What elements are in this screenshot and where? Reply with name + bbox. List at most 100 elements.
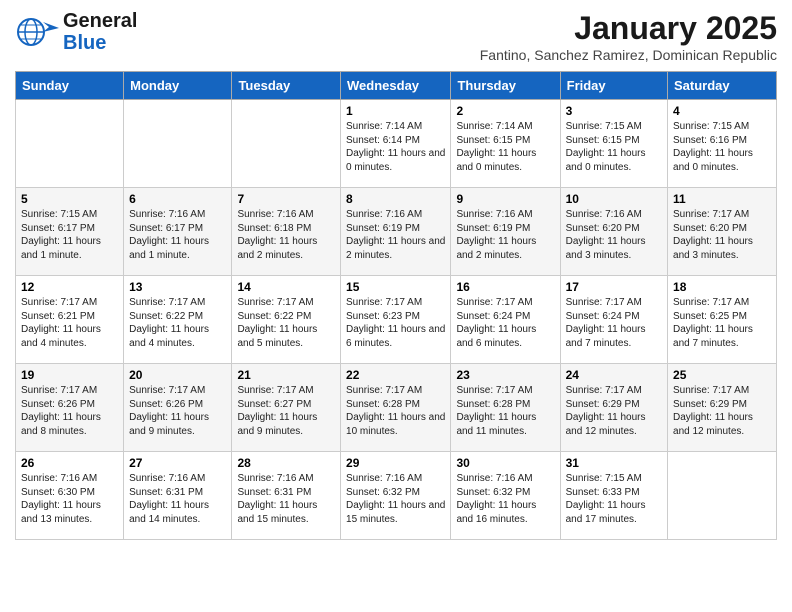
calendar-cell: 8 Sunrise: 7:16 AM Sunset: 6:19 PM Daylig… <box>341 188 451 276</box>
day-number: 6 <box>129 192 226 206</box>
day-info: Sunrise: 7:16 AM Sunset: 6:30 PM Dayligh… <box>21 472 118 526</box>
calendar-week-row: 1 Sunrise: 7:14 AM Sunset: 6:14 PM Daylig… <box>16 100 777 188</box>
calendar-table: SundayMondayTuesdayWednesdayThursdayFrid… <box>15 71 777 540</box>
day-info: Sunrise: 7:15 AM Sunset: 6:16 PM Dayligh… <box>673 120 771 174</box>
calendar-week-row: 19 Sunrise: 7:17 AM Sunset: 6:26 PM Dayli… <box>16 364 777 452</box>
day-info: Sunrise: 7:17 AM Sunset: 6:21 PM Dayligh… <box>21 296 118 350</box>
day-info: Sunrise: 7:17 AM Sunset: 6:28 PM Dayligh… <box>456 384 554 438</box>
calendar-cell <box>16 100 124 188</box>
day-info: Sunrise: 7:16 AM Sunset: 6:17 PM Dayligh… <box>129 208 226 262</box>
calendar-cell: 7 Sunrise: 7:16 AM Sunset: 6:18 PM Daylig… <box>232 188 341 276</box>
day-info: Sunrise: 7:17 AM Sunset: 6:24 PM Dayligh… <box>566 296 662 350</box>
calendar-week-row: 26 Sunrise: 7:16 AM Sunset: 6:30 PM Dayli… <box>16 452 777 540</box>
day-number: 28 <box>237 456 335 470</box>
day-number: 15 <box>346 280 445 294</box>
day-number: 26 <box>21 456 118 470</box>
day-number: 23 <box>456 368 554 382</box>
day-info: Sunrise: 7:15 AM Sunset: 6:17 PM Dayligh… <box>21 208 118 262</box>
day-number: 24 <box>566 368 662 382</box>
day-number: 29 <box>346 456 445 470</box>
month-title: January 2025 <box>480 10 777 47</box>
calendar-cell: 21 Sunrise: 7:17 AM Sunset: 6:27 PM Dayli… <box>232 364 341 452</box>
day-info: Sunrise: 7:16 AM Sunset: 6:32 PM Dayligh… <box>346 472 445 526</box>
calendar-cell: 22 Sunrise: 7:17 AM Sunset: 6:28 PM Dayli… <box>341 364 451 452</box>
day-info: Sunrise: 7:16 AM Sunset: 6:32 PM Dayligh… <box>456 472 554 526</box>
calendar-cell: 9 Sunrise: 7:16 AM Sunset: 6:19 PM Daylig… <box>451 188 560 276</box>
day-number: 22 <box>346 368 445 382</box>
calendar-cell: 4 Sunrise: 7:15 AM Sunset: 6:16 PM Daylig… <box>668 100 777 188</box>
day-info: Sunrise: 7:17 AM Sunset: 6:22 PM Dayligh… <box>129 296 226 350</box>
calendar-cell: 18Sunrise: 7:17 AM Sunset: 6:25 PM Dayli… <box>668 276 777 364</box>
day-number: 9 <box>456 192 554 206</box>
day-info: Sunrise: 7:17 AM Sunset: 6:25 PM Dayligh… <box>673 296 771 350</box>
day-of-week-header: Thursday <box>451 72 560 100</box>
day-info: Sunrise: 7:17 AM Sunset: 6:27 PM Dayligh… <box>237 384 335 438</box>
day-number: 31 <box>566 456 662 470</box>
day-info: Sunrise: 7:16 AM Sunset: 6:18 PM Dayligh… <box>237 208 335 262</box>
calendar-cell: 14Sunrise: 7:17 AM Sunset: 6:22 PM Dayli… <box>232 276 341 364</box>
day-number: 30 <box>456 456 554 470</box>
calendar-cell: 23 Sunrise: 7:17 AM Sunset: 6:28 PM Dayli… <box>451 364 560 452</box>
logo-line1: General <box>63 10 137 32</box>
day-number: 5 <box>21 192 118 206</box>
calendar-cell <box>668 452 777 540</box>
day-info: Sunrise: 7:16 AM Sunset: 6:31 PM Dayligh… <box>237 472 335 526</box>
day-number: 10 <box>566 192 662 206</box>
day-number: 2 <box>456 104 554 118</box>
day-info: Sunrise: 7:17 AM Sunset: 6:29 PM Dayligh… <box>673 384 771 438</box>
logo: General Blue <box>15 10 137 54</box>
day-info: Sunrise: 7:15 AM Sunset: 6:33 PM Dayligh… <box>566 472 662 526</box>
day-info: Sunrise: 7:17 AM Sunset: 6:20 PM Dayligh… <box>673 208 771 262</box>
day-info: Sunrise: 7:17 AM Sunset: 6:29 PM Dayligh… <box>566 384 662 438</box>
day-info: Sunrise: 7:14 AM Sunset: 6:14 PM Dayligh… <box>346 120 445 174</box>
calendar-week-row: 12 Sunrise: 7:17 AM Sunset: 6:21 PM Dayli… <box>16 276 777 364</box>
calendar-cell: 12 Sunrise: 7:17 AM Sunset: 6:21 PM Dayli… <box>16 276 124 364</box>
calendar-cell: 2Sunrise: 7:14 AM Sunset: 6:15 PM Daylig… <box>451 100 560 188</box>
calendar-cell: 3Sunrise: 7:15 AM Sunset: 6:15 PM Daylig… <box>560 100 667 188</box>
day-number: 4 <box>673 104 771 118</box>
day-info: Sunrise: 7:16 AM Sunset: 6:19 PM Dayligh… <box>346 208 445 262</box>
subtitle: Fantino, Sanchez Ramirez, Dominican Repu… <box>480 47 777 63</box>
calendar-cell: 10 Sunrise: 7:16 AM Sunset: 6:20 PM Dayli… <box>560 188 667 276</box>
calendar-cell: 20 Sunrise: 7:17 AM Sunset: 6:26 PM Dayli… <box>124 364 232 452</box>
day-number: 17 <box>566 280 662 294</box>
day-number: 7 <box>237 192 335 206</box>
calendar-cell: 1 Sunrise: 7:14 AM Sunset: 6:14 PM Daylig… <box>341 100 451 188</box>
calendar-cell: 30 Sunrise: 7:16 AM Sunset: 6:32 PM Dayli… <box>451 452 560 540</box>
day-of-week-header: Tuesday <box>232 72 341 100</box>
day-info: Sunrise: 7:16 AM Sunset: 6:20 PM Dayligh… <box>566 208 662 262</box>
day-info: Sunrise: 7:16 AM Sunset: 6:19 PM Dayligh… <box>456 208 554 262</box>
day-info: Sunrise: 7:17 AM Sunset: 6:22 PM Dayligh… <box>237 296 335 350</box>
calendar-cell: 29 Sunrise: 7:16 AM Sunset: 6:32 PM Dayli… <box>341 452 451 540</box>
day-info: Sunrise: 7:17 AM Sunset: 6:26 PM Dayligh… <box>129 384 226 438</box>
day-number: 12 <box>21 280 118 294</box>
day-number: 8 <box>346 192 445 206</box>
calendar-cell: 15Sunrise: 7:17 AM Sunset: 6:23 PM Dayli… <box>341 276 451 364</box>
day-of-week-header: Friday <box>560 72 667 100</box>
day-number: 11 <box>673 192 771 206</box>
calendar-cell: 31 Sunrise: 7:15 AM Sunset: 6:33 PM Dayli… <box>560 452 667 540</box>
day-info: Sunrise: 7:17 AM Sunset: 6:28 PM Dayligh… <box>346 384 445 438</box>
calendar-cell: 6 Sunrise: 7:16 AM Sunset: 6:17 PM Daylig… <box>124 188 232 276</box>
calendar-cell: 5 Sunrise: 7:15 AM Sunset: 6:17 PM Daylig… <box>16 188 124 276</box>
day-info: Sunrise: 7:17 AM Sunset: 6:26 PM Dayligh… <box>21 384 118 438</box>
calendar-cell: 28 Sunrise: 7:16 AM Sunset: 6:31 PM Dayli… <box>232 452 341 540</box>
logo-line2: Blue <box>63 32 137 54</box>
day-of-week-header: Sunday <box>16 72 124 100</box>
calendar-cell: 17 Sunrise: 7:17 AM Sunset: 6:24 PM Dayli… <box>560 276 667 364</box>
day-number: 1 <box>346 104 445 118</box>
calendar-week-row: 5 Sunrise: 7:15 AM Sunset: 6:17 PM Daylig… <box>16 188 777 276</box>
day-info: Sunrise: 7:16 AM Sunset: 6:31 PM Dayligh… <box>129 472 226 526</box>
calendar-cell <box>232 100 341 188</box>
calendar-cell: 13 Sunrise: 7:17 AM Sunset: 6:22 PM Dayli… <box>124 276 232 364</box>
day-number: 13 <box>129 280 226 294</box>
day-number: 20 <box>129 368 226 382</box>
day-number: 25 <box>673 368 771 382</box>
calendar-header-row: SundayMondayTuesdayWednesdayThursdayFrid… <box>16 72 777 100</box>
day-number: 19 <box>21 368 118 382</box>
day-info: Sunrise: 7:15 AM Sunset: 6:15 PM Dayligh… <box>566 120 662 174</box>
calendar-cell: 24 Sunrise: 7:17 AM Sunset: 6:29 PM Dayli… <box>560 364 667 452</box>
calendar-cell <box>124 100 232 188</box>
day-number: 27 <box>129 456 226 470</box>
day-number: 21 <box>237 368 335 382</box>
